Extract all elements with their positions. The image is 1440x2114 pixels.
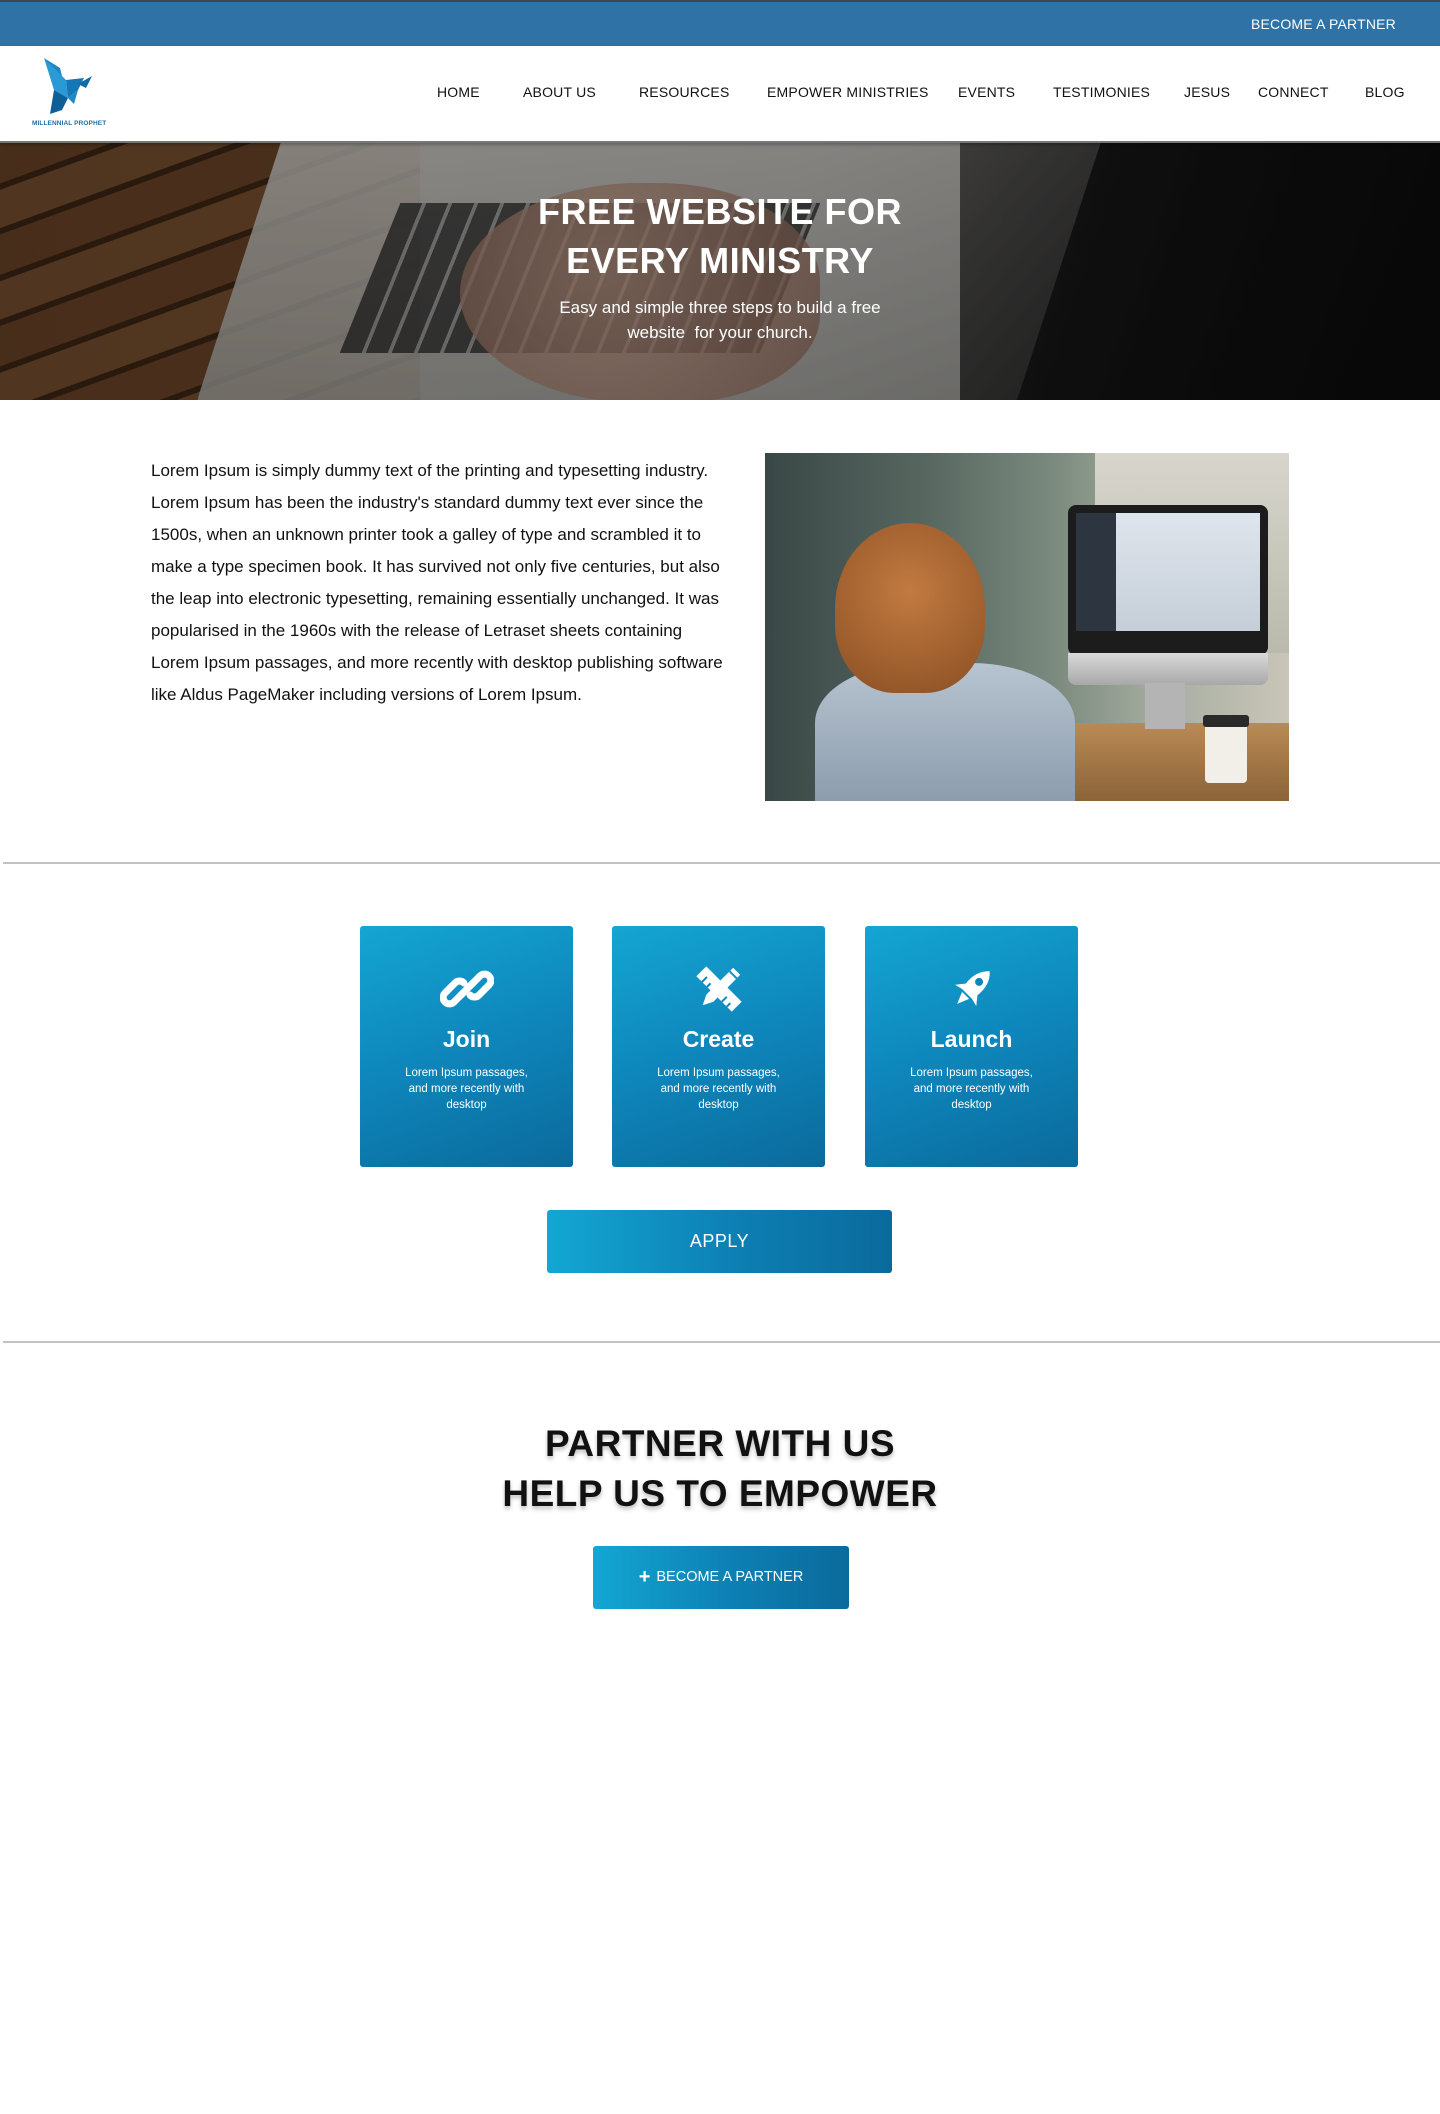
nav-item-connect[interactable]: CONNECT — [1258, 84, 1329, 100]
section-divider — [3, 862, 1440, 864]
hero-banner: FREE WEBSITE FOR EVERY MINISTRY Easy and… — [0, 143, 1440, 400]
hero-title-line-2: EVERY MINISTRY — [566, 240, 874, 281]
partner-heading-line-2: HELP US TO EMPOWER — [502, 1473, 938, 1514]
step-card-icon-wrap — [360, 962, 573, 1018]
photo-monitor-chin — [1068, 653, 1268, 685]
hero-subtitle-line-1: Easy and simple three steps to build a f… — [559, 298, 881, 317]
hero-subtitle-line-2: website for your church. — [627, 323, 813, 342]
top-become-partner-link[interactable]: BECOME A PARTNER — [1251, 16, 1396, 32]
nav-item-resources[interactable]: RESOURCES — [639, 84, 729, 100]
hero-subtitle: Easy and simple three steps to build a f… — [520, 295, 920, 345]
nav-item-testimonies[interactable]: TESTIMONIES — [1053, 84, 1150, 100]
step-card-text: Lorem Ipsum passages, and more recently … — [910, 1067, 1033, 1111]
logo-text: MILLENNIAL PROPHET — [32, 120, 107, 127]
step-card-text: Lorem Ipsum passages, and more recently … — [657, 1067, 780, 1111]
photo-screen — [1076, 513, 1260, 631]
nav-item-home[interactable]: HOME — [437, 84, 480, 100]
hero-title: FREE WEBSITE FOR EVERY MINISTRY — [420, 187, 1020, 285]
top-bar: BECOME A PARTNER — [0, 0, 1440, 46]
partner-heading-line-1: PARTNER WITH US — [544, 1423, 896, 1464]
main-navigation: MILLENNIAL PROPHET HOME ABOUT US RESOURC… — [0, 46, 1440, 143]
photo-monitor-stand — [1145, 683, 1185, 729]
step-card-text: Lorem Ipsum passages, and more recently … — [405, 1067, 528, 1111]
plus-icon: + — [638, 1566, 651, 1588]
link-icon — [439, 970, 494, 1008]
rocket-icon — [954, 971, 990, 1006]
intro-paragraph: Lorem Ipsum is simply dummy text of the … — [151, 461, 723, 704]
nav-item-empower-ministries[interactable]: EMPOWER MINISTRIES — [767, 84, 929, 100]
woman-at-computer-photo — [765, 453, 1289, 801]
photo-person-hair — [835, 523, 985, 693]
hero-title-line-1: FREE WEBSITE FOR — [537, 191, 902, 232]
photo-coffee-cup — [1203, 715, 1249, 783]
nav-menu: HOME ABOUT US RESOURCES EMPOWER MINISTRI… — [0, 84, 1440, 104]
apply-button[interactable]: APPLY — [547, 1210, 892, 1273]
pencil-ruler-icon — [695, 966, 742, 1012]
step-card-join[interactable]: Join Lorem Ipsum passages, and more rece… — [360, 926, 573, 1167]
step-card-title: Launch — [930, 1026, 1013, 1052]
step-card-title: Join — [442, 1026, 491, 1052]
step-card-launch[interactable]: Launch Lorem Ipsum passages, and more re… — [865, 926, 1078, 1167]
partner-heading: PARTNER WITH US HELP US TO EMPOWER — [420, 1419, 1020, 1519]
step-card-create[interactable]: Create Lorem Ipsum passages, and more re… — [612, 926, 825, 1167]
step-card-icon-wrap — [612, 962, 825, 1018]
become-partner-button[interactable]: + BECOME A PARTNER — [593, 1546, 849, 1609]
nav-item-blog[interactable]: BLOG — [1365, 84, 1405, 100]
become-partner-button-label: BECOME A PARTNER — [656, 1569, 804, 1585]
nav-item-events[interactable]: EVENTS — [958, 84, 1015, 100]
step-card-icon-wrap — [865, 962, 1078, 1018]
nav-item-about-us[interactable]: ABOUT US — [523, 84, 596, 100]
step-card-title: Create — [682, 1026, 755, 1052]
section-divider — [3, 1341, 1440, 1343]
nav-item-jesus[interactable]: JESUS — [1184, 84, 1230, 100]
